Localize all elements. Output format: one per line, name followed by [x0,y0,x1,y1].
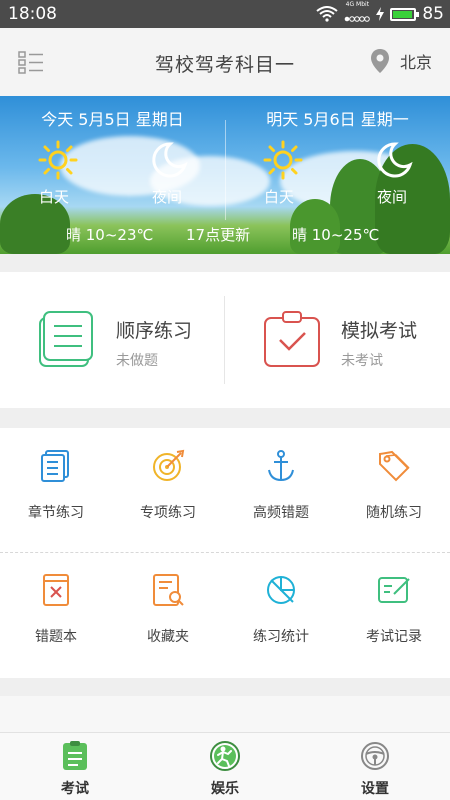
grid-label: 章节练习 [28,505,84,521]
tab-label: 娱乐 [211,781,239,797]
status-icons: 4G Mbit 85 [316,1,444,27]
bottom-tab-bar: 考试 娱乐 设置 [0,732,450,800]
grid-label: 随机练习 [366,505,422,521]
feature-grid: 章节练习 专项练习 高频错题 随机练习 错题本 收藏夹 练习统计 考试记录 [0,428,450,678]
sequence-practice-button[interactable]: 顺序练习 未做题 [0,272,225,408]
battery-icon [390,7,420,21]
grid-label: 考试记录 [366,629,422,645]
frequent-mistakes-button[interactable]: 高频错题 [225,428,337,552]
weather-banner: 今天 5月5日 星期日 白天 夜间 晴 10~23℃ 17点更新 明天 5月6日… [0,96,450,254]
practice-title: 模拟考试 [341,320,418,342]
practice-status: 未考试 [341,353,383,369]
chapter-icon [41,450,69,482]
tomorrow-temp: 晴 10~25℃ [292,226,380,244]
moon-icon [152,142,188,178]
anchor-icon [268,450,294,482]
charging-bolt-icon [376,7,385,21]
practice-title: 顺序练习 [116,320,193,342]
practice-status: 未做题 [116,353,158,369]
location-selector[interactable]: 北京 [370,48,432,74]
steering-wheel-icon [361,742,389,770]
sequence-doc-icon [39,311,93,367]
cellular-signal-icon: 4G Mbit [344,1,371,27]
grid-label: 错题本 [35,629,77,645]
grid-label: 练习统计 [253,629,309,645]
today-night-label: 夜间 [152,188,183,206]
practice-stats-button[interactable]: 练习统计 [225,552,337,676]
grid-row: 错题本 收藏夹 练习统计 考试记录 [0,552,450,676]
special-practice-button[interactable]: 专项练习 [112,428,224,552]
tag-icon [379,450,410,482]
city-label: 北京 [399,53,432,72]
content-footer [0,696,450,732]
app-header: 驾校驾考科目一 北京 [0,28,450,96]
tomorrow-date: 明天 5月6日 星期一 [266,110,409,129]
grid-label: 高频错题 [253,505,309,521]
battery-percent: 85 [422,4,444,24]
today-date: 今天 5月5日 星期日 [41,110,184,129]
exam-tab-icon [63,741,87,770]
wrong-book-icon [43,574,69,606]
mock-exam-button[interactable]: 模拟考试 未考试 [225,272,450,408]
exam-records-button[interactable]: 考试记录 [338,552,450,676]
entertainment-tab-icon [210,741,240,771]
target-icon [153,449,185,481]
grid-row: 章节练习 专项练习 高频错题 随机练习 [0,428,450,552]
chapter-practice-button[interactable]: 章节练习 [0,428,112,552]
clipboard-check-icon [264,311,320,367]
weather-tomorrow: 明天 5月6日 星期一 白天 夜间 晴 10~25℃ [225,96,450,254]
favorites-button[interactable]: 收藏夹 [112,552,224,676]
today-day-label: 白天 [39,188,70,206]
tab-settings[interactable]: 设置 [300,733,450,800]
moon-icon [377,142,413,178]
tab-label: 设置 [361,781,389,797]
sun-icon [263,140,303,180]
tomorrow-day-label: 白天 [264,188,295,206]
wifi-icon [316,6,338,22]
tab-entertainment[interactable]: 娱乐 [150,733,300,800]
sun-icon [38,140,78,180]
exam-record-icon [378,577,410,603]
random-practice-button[interactable]: 随机练习 [338,428,450,552]
today-temp: 晴 10~23℃ [66,226,154,244]
tab-exam[interactable]: 考试 [0,733,150,800]
grid-label: 收藏夹 [147,629,189,645]
tomorrow-night-label: 夜间 [377,188,408,206]
status-time: 18:08 [8,4,57,24]
stats-chart-icon [267,576,295,604]
tab-label: 考试 [61,781,89,797]
favorite-search-icon [153,574,184,606]
wrong-questions-button[interactable]: 错题本 [0,552,112,676]
practice-cards: 顺序练习 未做题 模拟考试 未考试 [0,272,450,408]
grid-label: 专项练习 [140,505,196,521]
status-bar: 18:08 4G Mbit 85 [0,0,450,28]
location-pin-icon [370,49,389,73]
